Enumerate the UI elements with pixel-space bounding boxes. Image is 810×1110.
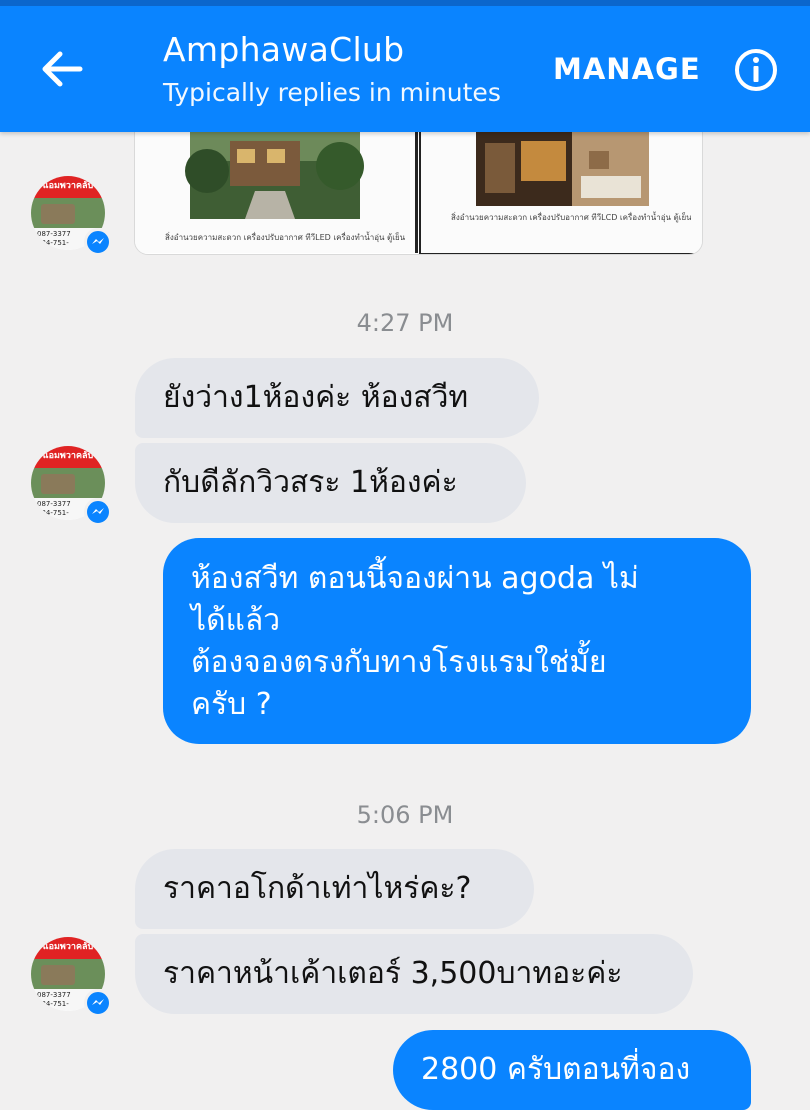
manage-button[interactable]: MANAGE	[553, 52, 701, 86]
conversation-header: AmphawaClub Typically replies in minutes…	[0, 0, 810, 132]
arrow-left-icon[interactable]	[36, 46, 88, 92]
incoming-message[interactable]: ราคาอโกด้าเท่าไหร่คะ?	[135, 849, 534, 929]
outgoing-message[interactable]: ห้องสวีท ตอนนี้จองผ่าน agoda ไม่ ได้แล้ว…	[163, 538, 751, 744]
timestamp: 4:27 PM	[356, 309, 454, 337]
outgoing-message[interactable]: 2800 ครับตอนที่จอง	[393, 1030, 751, 1110]
timestamp: 5:06 PM	[356, 801, 454, 829]
info-circle-icon[interactable]	[732, 46, 780, 94]
page-subtitle: Typically replies in minutes	[163, 78, 501, 107]
photo-caption: สิ่งอำนวยความสะดวก เครื่องปรับอากาศ ทีวี…	[165, 233, 405, 242]
messenger-badge-icon	[84, 498, 112, 526]
messenger-badge-icon	[84, 989, 112, 1017]
photo-caption: สิ่งอำนวยความสะดวก เครื่องปรับอากาศ ทีวี…	[451, 213, 691, 222]
page-title: AmphawaClub	[163, 30, 405, 69]
incoming-message[interactable]: กับดีลักวิวสระ 1ห้องค่ะ	[135, 443, 526, 523]
image-message[interactable]: สิ่งอำนวยความสะดวก เครื่องปรับอากาศ ทีวี…	[134, 130, 703, 255]
incoming-message[interactable]: ราคาหน้าเค้าเตอร์ 3,500บาทอะค่ะ	[135, 934, 693, 1014]
incoming-message[interactable]: ยังว่าง1ห้องค่ะ ห้องสวีท	[135, 358, 539, 438]
room-photo-card[interactable]: สิ่งอำนวยความสะดวก เครื่องปรับอากาศ ทีวี…	[419, 131, 702, 254]
hotel-room-photo	[476, 131, 649, 206]
messenger-badge-icon	[84, 228, 112, 256]
status-bar-stripe	[0, 0, 810, 6]
room-photo-card[interactable]: สิ่งอำนวยความสะดวก เครื่องปรับอากาศ ทีวี…	[135, 131, 418, 253]
